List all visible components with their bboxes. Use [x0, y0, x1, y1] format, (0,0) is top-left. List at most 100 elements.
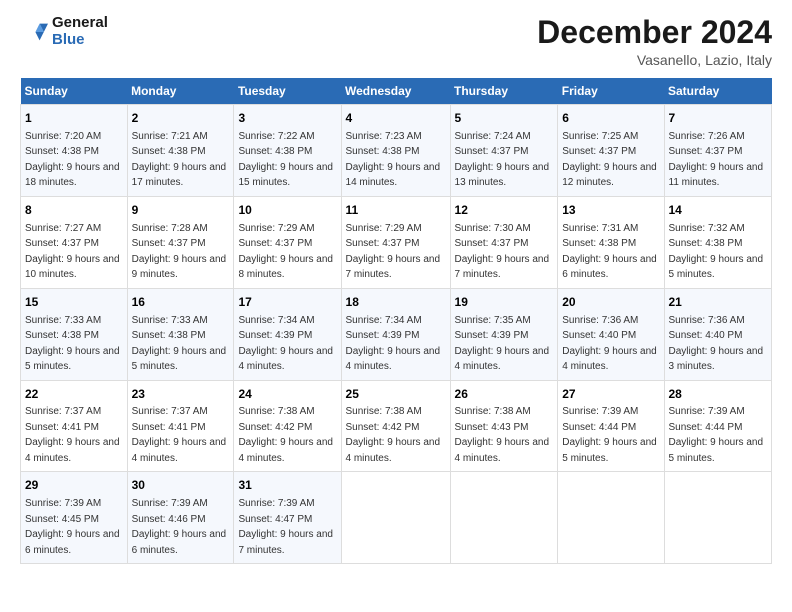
day-info: Sunrise: 7:25 AMSunset: 4:37 PMDaylight:…	[562, 131, 657, 189]
day-info: Sunrise: 7:24 AMSunset: 4:37 PMDaylight:…	[455, 131, 550, 189]
day-info: Sunrise: 7:38 AMSunset: 4:43 PMDaylight:…	[455, 406, 550, 464]
day-info: Sunrise: 7:20 AMSunset: 4:38 PMDaylight:…	[25, 131, 120, 189]
day-number: 26	[455, 386, 554, 403]
calendar-cell: 1 Sunrise: 7:20 AMSunset: 4:38 PMDaylight…	[21, 105, 128, 197]
calendar-cell: 11 Sunrise: 7:29 AMSunset: 4:37 PMDayligh…	[341, 196, 450, 288]
calendar-cell: 28 Sunrise: 7:39 AMSunset: 4:44 PMDayligh…	[664, 380, 772, 472]
logo-text: General Blue	[52, 15, 108, 48]
day-info: Sunrise: 7:30 AMSunset: 4:37 PMDaylight:…	[455, 223, 550, 281]
day-info: Sunrise: 7:22 AMSunset: 4:38 PMDaylight:…	[238, 131, 333, 189]
weekday-header: Friday	[558, 78, 664, 105]
day-number: 31	[238, 477, 336, 494]
day-info: Sunrise: 7:26 AMSunset: 4:37 PMDaylight:…	[669, 131, 764, 189]
day-number: 8	[25, 202, 123, 219]
day-number: 19	[455, 294, 554, 311]
weekday-header: Monday	[127, 78, 234, 105]
calendar-cell	[558, 472, 664, 564]
calendar-week-row: 22Sunrise: 7:37 AMSunset: 4:41 PMDayligh…	[21, 380, 772, 472]
day-info: Sunrise: 7:35 AMSunset: 4:39 PMDaylight:…	[455, 315, 550, 373]
calendar-cell: 23Sunrise: 7:37 AMSunset: 4:41 PMDayligh…	[127, 380, 234, 472]
calendar-cell	[450, 472, 558, 564]
calendar-cell	[341, 472, 450, 564]
calendar-cell: 4Sunrise: 7:23 AMSunset: 4:38 PMDaylight…	[341, 105, 450, 197]
day-number: 21	[669, 294, 768, 311]
calendar-cell: 26 Sunrise: 7:38 AMSunset: 4:43 PMDayligh…	[450, 380, 558, 472]
day-number: 13	[562, 202, 659, 219]
calendar-cell: 31 Sunrise: 7:39 AMSunset: 4:47 PMDayligh…	[234, 472, 341, 564]
day-info: Sunrise: 7:38 AMSunset: 4:42 PMDaylight:…	[346, 406, 441, 464]
day-info: Sunrise: 7:33 AMSunset: 4:38 PMDaylight:…	[132, 315, 227, 373]
day-info: Sunrise: 7:21 AMSunset: 4:38 PMDaylight:…	[132, 131, 227, 189]
day-info: Sunrise: 7:39 AMSunset: 4:46 PMDaylight:…	[132, 498, 227, 556]
calendar-cell: 18 Sunrise: 7:34 AMSunset: 4:39 PMDayligh…	[341, 288, 450, 380]
day-number: 9	[132, 202, 230, 219]
calendar-cell: 25Sunrise: 7:38 AMSunset: 4:42 PMDayligh…	[341, 380, 450, 472]
calendar-cell: 8 Sunrise: 7:27 AMSunset: 4:37 PMDaylight…	[21, 196, 128, 288]
calendar-cell: 7Sunrise: 7:26 AMSunset: 4:37 PMDaylight…	[664, 105, 772, 197]
logo-icon	[20, 18, 48, 46]
calendar-body: 1 Sunrise: 7:20 AMSunset: 4:38 PMDaylight…	[21, 105, 772, 564]
calendar-cell: 14 Sunrise: 7:32 AMSunset: 4:38 PMDayligh…	[664, 196, 772, 288]
day-number: 22	[25, 386, 123, 403]
header: General Blue December 2024 Vasanello, La…	[20, 15, 772, 68]
day-number: 10	[238, 202, 336, 219]
weekday-header: Thursday	[450, 78, 558, 105]
title-block: December 2024 Vasanello, Lazio, Italy	[537, 15, 772, 68]
calendar-cell: 2 Sunrise: 7:21 AMSunset: 4:38 PMDaylight…	[127, 105, 234, 197]
page: General Blue December 2024 Vasanello, La…	[0, 0, 792, 612]
calendar-cell: 5Sunrise: 7:24 AMSunset: 4:37 PMDaylight…	[450, 105, 558, 197]
calendar-cell: 15 Sunrise: 7:33 AMSunset: 4:38 PMDayligh…	[21, 288, 128, 380]
day-number: 18	[346, 294, 446, 311]
calendar-cell: 10 Sunrise: 7:29 AMSunset: 4:37 PMDayligh…	[234, 196, 341, 288]
weekday-header: Wednesday	[341, 78, 450, 105]
day-info: Sunrise: 7:29 AMSunset: 4:37 PMDaylight:…	[346, 223, 441, 281]
location: Vasanello, Lazio, Italy	[537, 52, 772, 68]
day-info: Sunrise: 7:34 AMSunset: 4:39 PMDaylight:…	[346, 315, 441, 373]
calendar-week-row: 15 Sunrise: 7:33 AMSunset: 4:38 PMDayligh…	[21, 288, 772, 380]
day-number: 2	[132, 110, 230, 127]
calendar-cell: 24 Sunrise: 7:38 AMSunset: 4:42 PMDayligh…	[234, 380, 341, 472]
day-info: Sunrise: 7:36 AMSunset: 4:40 PMDaylight:…	[562, 315, 657, 373]
calendar-cell: 13Sunrise: 7:31 AMSunset: 4:38 PMDayligh…	[558, 196, 664, 288]
day-info: Sunrise: 7:27 AMSunset: 4:37 PMDaylight:…	[25, 223, 120, 281]
day-number: 15	[25, 294, 123, 311]
calendar-cell: 29Sunrise: 7:39 AMSunset: 4:45 PMDayligh…	[21, 472, 128, 564]
day-info: Sunrise: 7:39 AMSunset: 4:44 PMDaylight:…	[669, 406, 764, 464]
day-info: Sunrise: 7:39 AMSunset: 4:47 PMDaylight:…	[238, 498, 333, 556]
day-number: 27	[562, 386, 659, 403]
day-number: 30	[132, 477, 230, 494]
calendar-cell: 17Sunrise: 7:34 AMSunset: 4:39 PMDayligh…	[234, 288, 341, 380]
day-number: 16	[132, 294, 230, 311]
day-number: 17	[238, 294, 336, 311]
calendar-cell: 9 Sunrise: 7:28 AMSunset: 4:37 PMDaylight…	[127, 196, 234, 288]
weekday-header: Sunday	[21, 78, 128, 105]
day-number: 6	[562, 110, 659, 127]
calendar-cell: 16 Sunrise: 7:33 AMSunset: 4:38 PMDayligh…	[127, 288, 234, 380]
calendar-header-row: SundayMondayTuesdayWednesdayThursdayFrid…	[21, 78, 772, 105]
calendar-week-row: 29Sunrise: 7:39 AMSunset: 4:45 PMDayligh…	[21, 472, 772, 564]
calendar-cell: 20Sunrise: 7:36 AMSunset: 4:40 PMDayligh…	[558, 288, 664, 380]
day-info: Sunrise: 7:29 AMSunset: 4:37 PMDaylight:…	[238, 223, 333, 281]
calendar-cell: 21Sunrise: 7:36 AMSunset: 4:40 PMDayligh…	[664, 288, 772, 380]
calendar-cell: 3Sunrise: 7:22 AMSunset: 4:38 PMDaylight…	[234, 105, 341, 197]
calendar-week-row: 8 Sunrise: 7:27 AMSunset: 4:37 PMDaylight…	[21, 196, 772, 288]
calendar-week-row: 1 Sunrise: 7:20 AMSunset: 4:38 PMDaylight…	[21, 105, 772, 197]
day-number: 23	[132, 386, 230, 403]
day-info: Sunrise: 7:33 AMSunset: 4:38 PMDaylight:…	[25, 315, 120, 373]
month-title: December 2024	[537, 15, 772, 50]
calendar-cell: 30 Sunrise: 7:39 AMSunset: 4:46 PMDayligh…	[127, 472, 234, 564]
day-number: 4	[346, 110, 446, 127]
day-number: 28	[669, 386, 768, 403]
day-number: 12	[455, 202, 554, 219]
day-number: 11	[346, 202, 446, 219]
weekday-header: Tuesday	[234, 78, 341, 105]
day-number: 14	[669, 202, 768, 219]
day-info: Sunrise: 7:28 AMSunset: 4:37 PMDaylight:…	[132, 223, 227, 281]
day-info: Sunrise: 7:32 AMSunset: 4:38 PMDaylight:…	[669, 223, 764, 281]
day-info: Sunrise: 7:38 AMSunset: 4:42 PMDaylight:…	[238, 406, 333, 464]
day-number: 29	[25, 477, 123, 494]
day-number: 1	[25, 110, 123, 127]
day-number: 24	[238, 386, 336, 403]
day-info: Sunrise: 7:39 AMSunset: 4:44 PMDaylight:…	[562, 406, 657, 464]
calendar-cell	[664, 472, 772, 564]
